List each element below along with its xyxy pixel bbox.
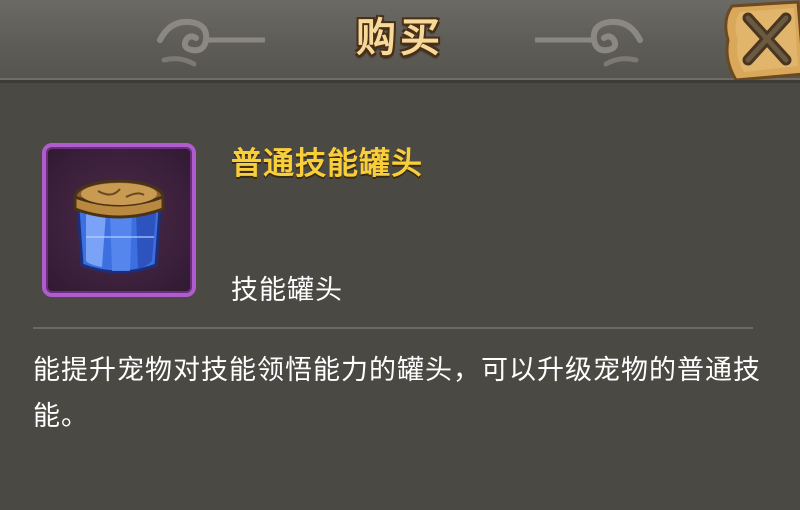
crystal-jar-icon [73,179,165,274]
divider [33,327,753,329]
purchase-dialog: 购买 普通技能罐头 技能罐头 能提升宠物对技能领悟能力的罐头，可以升级宠物的普通… [0,0,800,510]
item-icon-frame [42,143,196,297]
item-description: 能提升宠物对技能领悟能力的罐头，可以升级宠物的普通技能。 [33,355,761,432]
item-type: 技能罐头 [231,275,343,306]
dialog-title: 购买 [356,15,444,61]
close-button[interactable] [718,0,800,82]
dialog-header: 购买 [0,0,800,83]
close-x-icon [724,0,800,82]
item-name: 普通技能罐头 [231,146,423,182]
